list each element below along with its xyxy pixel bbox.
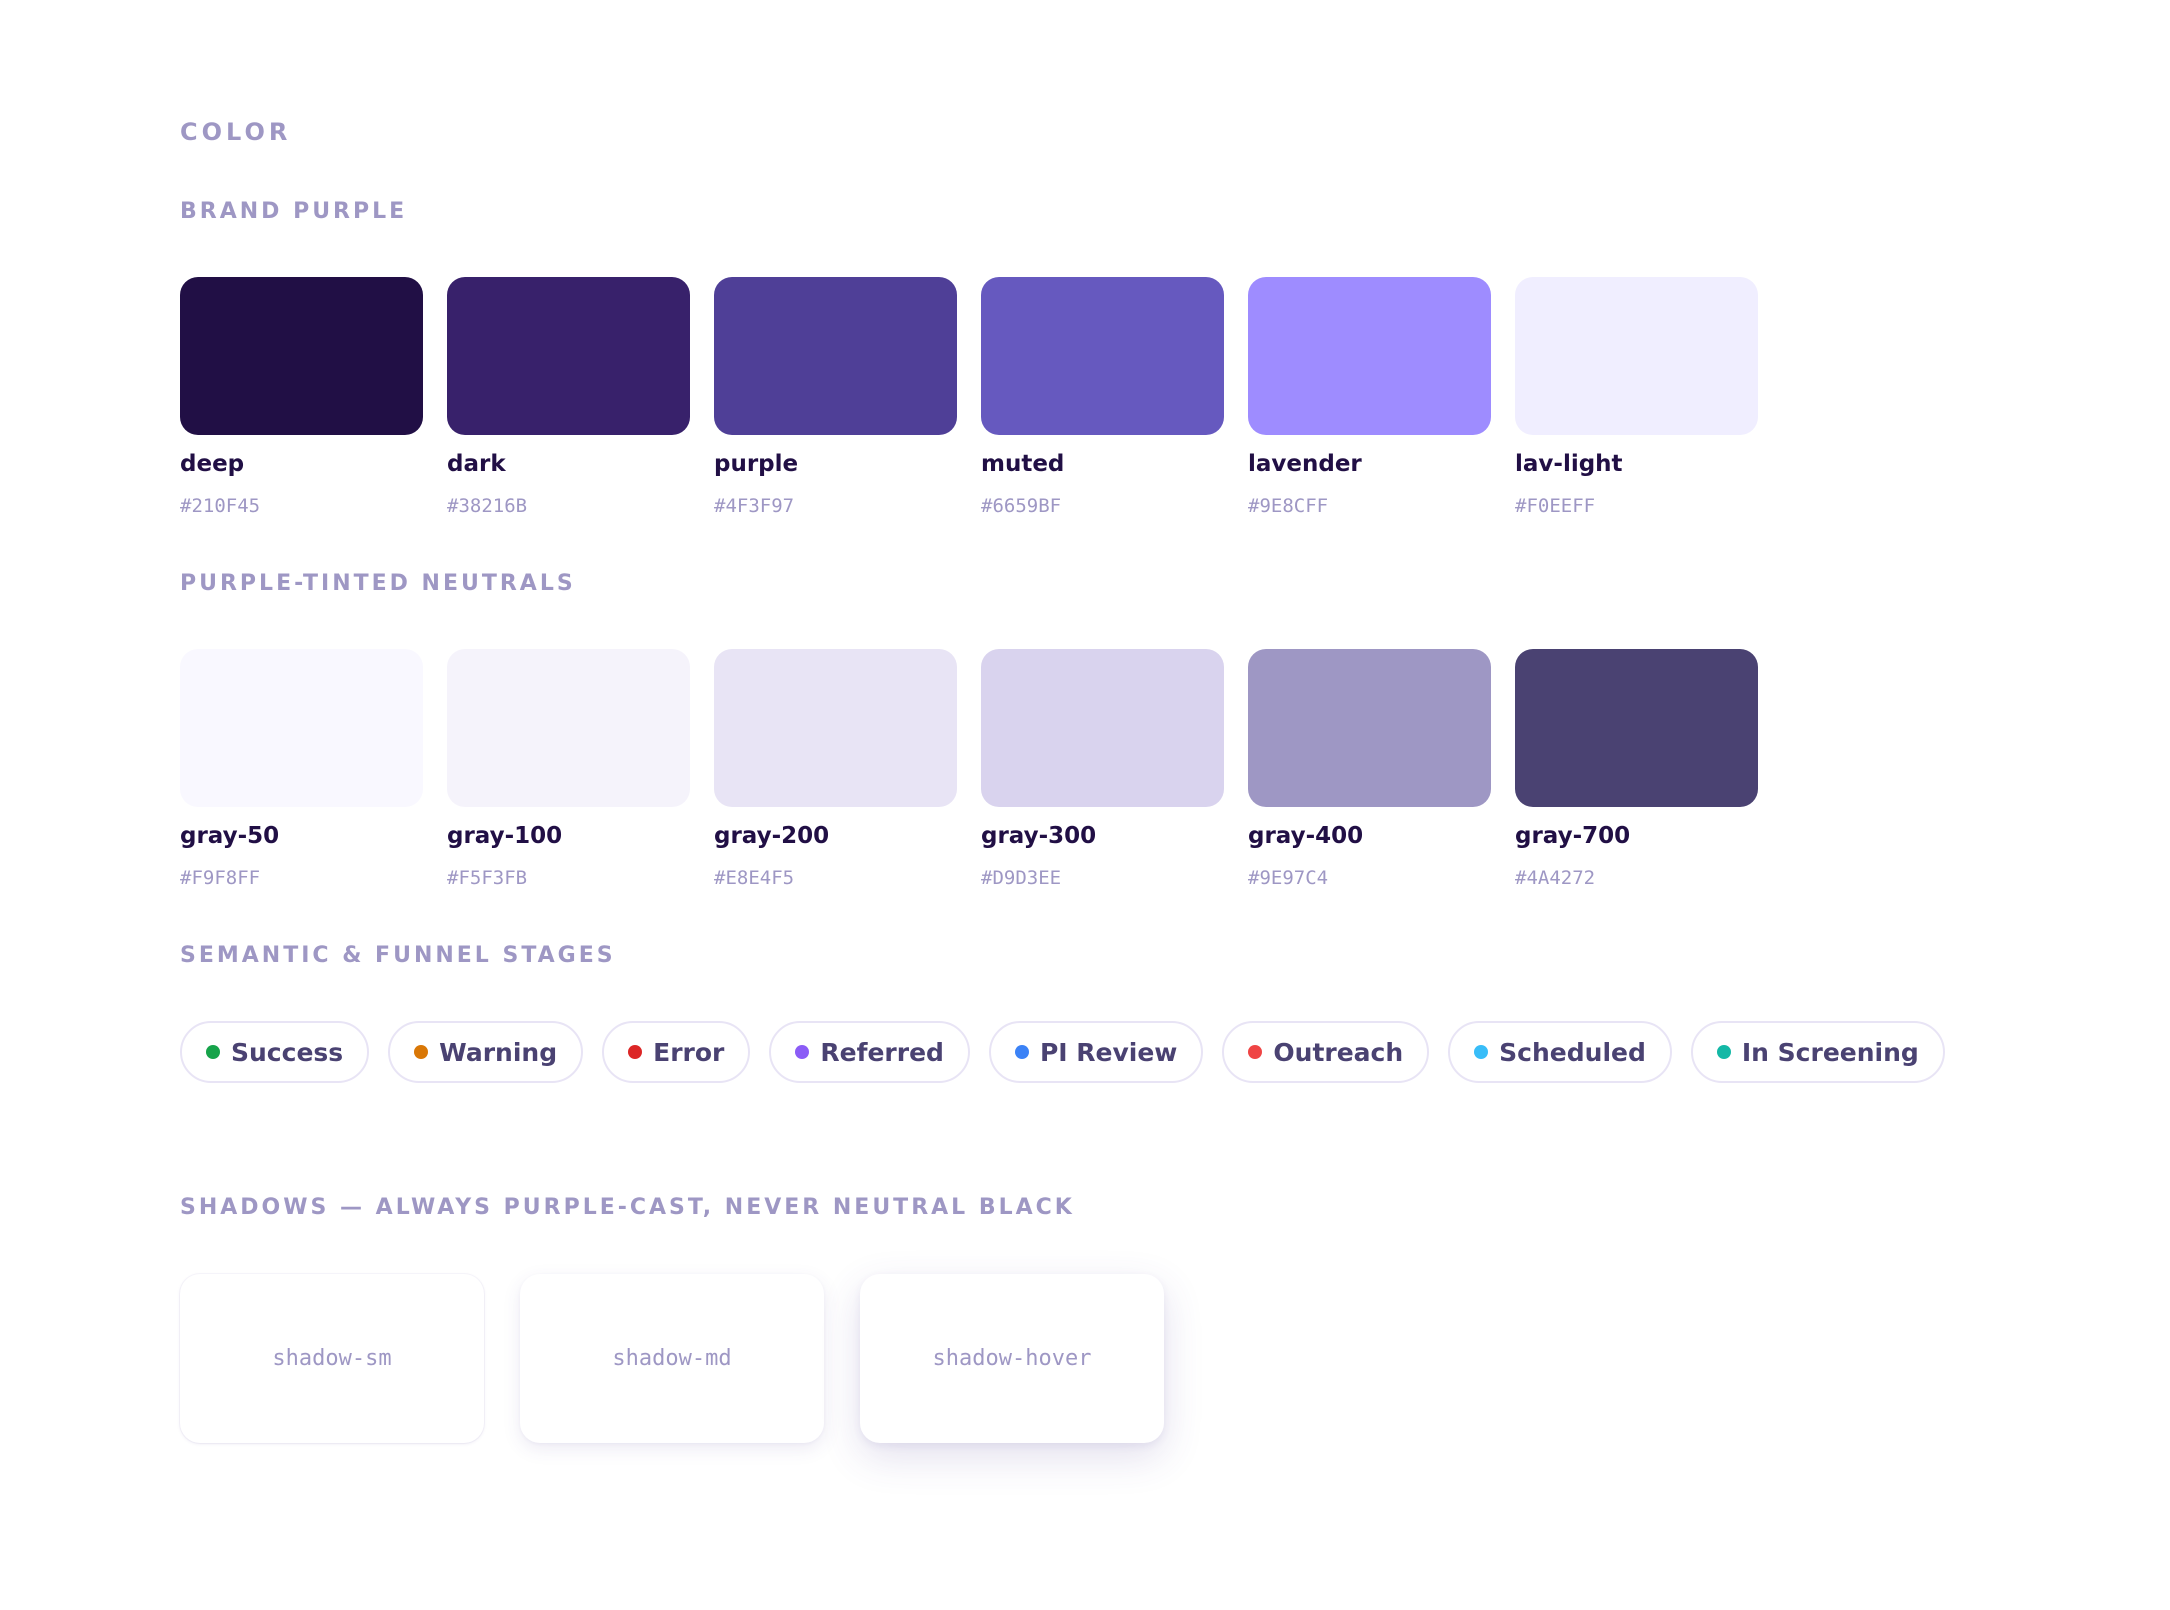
swatch-name: purple	[714, 451, 799, 477]
color-chip	[447, 277, 690, 435]
swatch-dark: dark #38216B	[447, 277, 690, 517]
status-dot-icon	[628, 1045, 643, 1059]
page-title: COLOR	[180, 118, 292, 146]
swatch-name: gray-200	[714, 823, 830, 849]
swatch-gray-50: gray-50 #F9F8FF	[180, 649, 423, 889]
color-chip	[714, 649, 957, 807]
status-dot-icon	[206, 1045, 220, 1059]
status-dot-icon	[1248, 1045, 1263, 1059]
status-pill-in-screening[interactable]: In Screening	[1690, 1021, 1945, 1083]
status-pill-referred[interactable]: Referred	[769, 1021, 970, 1083]
brand-purple-heading: BRAND PURPLE	[180, 199, 408, 224]
swatch-gray-200: gray-200 #E8E4F5	[714, 649, 957, 889]
swatch-hex: #F5F3FB	[447, 867, 528, 889]
swatch-name: muted	[981, 451, 1065, 477]
swatch-hex: #38216B	[447, 495, 528, 517]
swatch-hex: #6659BF	[981, 495, 1062, 517]
status-pill-error[interactable]: Error	[602, 1021, 751, 1083]
semantic-heading: SEMANTIC & FUNNEL STAGES	[180, 943, 616, 968]
pill-label: Referred	[820, 1037, 944, 1067]
swatch-purple: purple #4F3F97	[714, 277, 957, 517]
neutral-swatch-row: gray-50 #F9F8FF gray-100 #F5F3FB gray-20…	[180, 649, 1758, 889]
status-pill-pi-review[interactable]: PI Review	[988, 1021, 1204, 1083]
swatch-hex: #F9F8FF	[180, 867, 261, 889]
shadow-card-row: shadow-sm shadow-md shadow-hover	[180, 1274, 1164, 1443]
pill-label: Warning	[439, 1037, 558, 1067]
shadow-label: shadow-md	[612, 1346, 732, 1371]
swatch-lavender: lavender #9E8CFF	[1248, 277, 1491, 517]
swatch-gray-300: gray-300 #D9D3EE	[981, 649, 1224, 889]
swatch-hex: #E8E4F5	[714, 867, 795, 889]
color-chip	[1515, 277, 1758, 435]
color-tokens-page: COLOR BRAND PURPLE deep #210F45 dark #38…	[180, 0, 2170, 1610]
status-dot-icon	[414, 1045, 429, 1059]
pill-label: PI Review	[1039, 1037, 1178, 1067]
swatch-name: gray-400	[1248, 823, 1364, 849]
swatch-name: lavender	[1248, 451, 1362, 477]
status-dot-icon	[1474, 1045, 1489, 1059]
color-chip	[981, 649, 1224, 807]
color-chip	[1248, 649, 1491, 807]
swatch-name: deep	[180, 451, 245, 477]
swatch-name: gray-100	[447, 823, 563, 849]
shadow-sm-card: shadow-sm	[180, 1274, 484, 1443]
swatch-gray-400: gray-400 #9E97C4	[1248, 649, 1491, 889]
color-chip	[1248, 277, 1491, 435]
status-dot-icon	[1014, 1045, 1029, 1059]
swatch-hex: #9E8CFF	[1248, 495, 1329, 517]
swatch-name: dark	[447, 451, 506, 477]
swatch-gray-100: gray-100 #F5F3FB	[447, 649, 690, 889]
color-chip	[981, 277, 1224, 435]
shadow-label: shadow-hover	[932, 1346, 1092, 1371]
swatch-deep: deep #210F45	[180, 277, 423, 517]
swatch-name: gray-700	[1515, 823, 1631, 849]
status-pill-outreach[interactable]: Outreach	[1222, 1021, 1430, 1083]
pill-label: Success	[231, 1037, 344, 1067]
swatch-muted: muted #6659BF	[981, 277, 1224, 517]
pill-label: Error	[653, 1037, 725, 1067]
swatch-hex: #D9D3EE	[981, 867, 1062, 889]
status-pill-success[interactable]: Success	[180, 1021, 370, 1083]
pill-label: In Screening	[1741, 1037, 1919, 1067]
color-chip	[714, 277, 957, 435]
status-pill-warning[interactable]: Warning	[388, 1021, 584, 1083]
swatch-name: gray-300	[981, 823, 1097, 849]
shadow-label: shadow-sm	[272, 1346, 392, 1371]
status-dot-icon	[1716, 1045, 1731, 1059]
swatch-hex: #9E97C4	[1248, 867, 1329, 889]
neutrals-heading: PURPLE-TINTED NEUTRALS	[180, 571, 576, 596]
color-chip	[1515, 649, 1758, 807]
swatch-hex: #210F45	[180, 495, 261, 517]
swatch-gray-700: gray-700 #4A4272	[1515, 649, 1758, 889]
swatch-hex: #4A4272	[1515, 867, 1596, 889]
brand-swatch-row: deep #210F45 dark #38216B purple #4F3F97…	[180, 277, 1758, 517]
status-pill-scheduled[interactable]: Scheduled	[1448, 1021, 1672, 1083]
swatch-lav-light: lav-light #F0EEFF	[1515, 277, 1758, 517]
swatch-name: lav-light	[1515, 451, 1623, 477]
status-dot-icon	[795, 1045, 810, 1059]
shadow-md-card: shadow-md	[520, 1274, 824, 1443]
color-chip	[447, 649, 690, 807]
status-pill-row: Success Warning Error Referred PI Review…	[180, 1021, 1945, 1083]
pill-label: Outreach	[1273, 1037, 1404, 1067]
shadows-heading: SHADOWS — ALWAYS PURPLE-CAST, NEVER NEUT…	[180, 1195, 1075, 1220]
color-chip	[180, 649, 423, 807]
shadow-hover-card: shadow-hover	[860, 1274, 1164, 1443]
pill-label: Scheduled	[1499, 1037, 1646, 1067]
swatch-hex: #F0EEFF	[1515, 495, 1596, 517]
color-chip	[180, 277, 423, 435]
swatch-name: gray-50	[180, 823, 280, 849]
swatch-hex: #4F3F97	[714, 495, 795, 517]
